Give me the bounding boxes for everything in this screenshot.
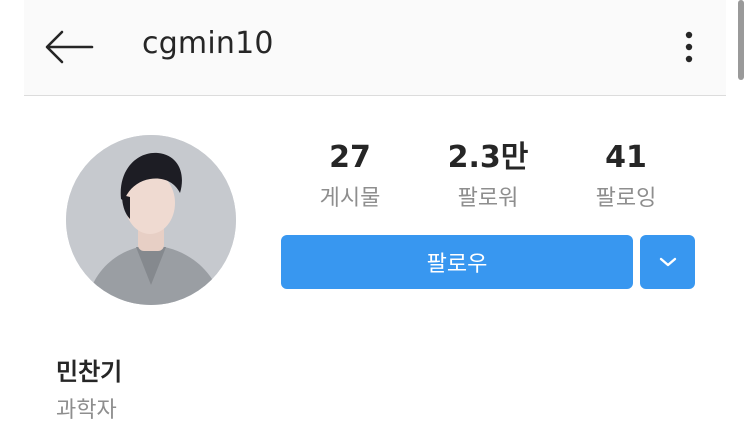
follow-button[interactable]: 팔로우 (281, 235, 633, 289)
profile-display-name: 민찬기 (56, 358, 123, 386)
more-options-button[interactable] (674, 24, 704, 70)
profile-avatar[interactable] (66, 135, 236, 305)
posts-stat[interactable]: 27 게시물 (280, 138, 420, 216)
profile-username: cgmin10 (142, 26, 274, 61)
follow-button-label: 팔로우 (426, 252, 488, 277)
followers-count: 2.3만 (447, 140, 529, 175)
followers-label: 팔로워 (457, 186, 519, 211)
posts-label: 게시물 (319, 186, 381, 211)
followers-stat[interactable]: 2.3만 팔로워 (418, 138, 558, 216)
profile-page: cgmin10 27 게시물 2.3만 팔로워 41 팔로잉 팔로우 민찬기 과… (0, 0, 750, 427)
following-label: 팔로잉 (595, 186, 657, 211)
more-vertical-icon (685, 31, 693, 63)
following-stat[interactable]: 41 팔로잉 (556, 138, 696, 216)
following-count: 41 (605, 140, 647, 175)
avatar-image (66, 135, 236, 305)
scrollbar[interactable] (738, 0, 744, 80)
suggestions-dropdown-button[interactable] (640, 235, 695, 289)
chevron-down-icon (659, 257, 676, 267)
back-button[interactable] (42, 24, 96, 70)
profile-category: 과학자 (56, 398, 117, 423)
back-arrow-icon (45, 30, 94, 64)
posts-count: 27 (329, 140, 371, 175)
top-app-bar: cgmin10 (24, 0, 726, 96)
